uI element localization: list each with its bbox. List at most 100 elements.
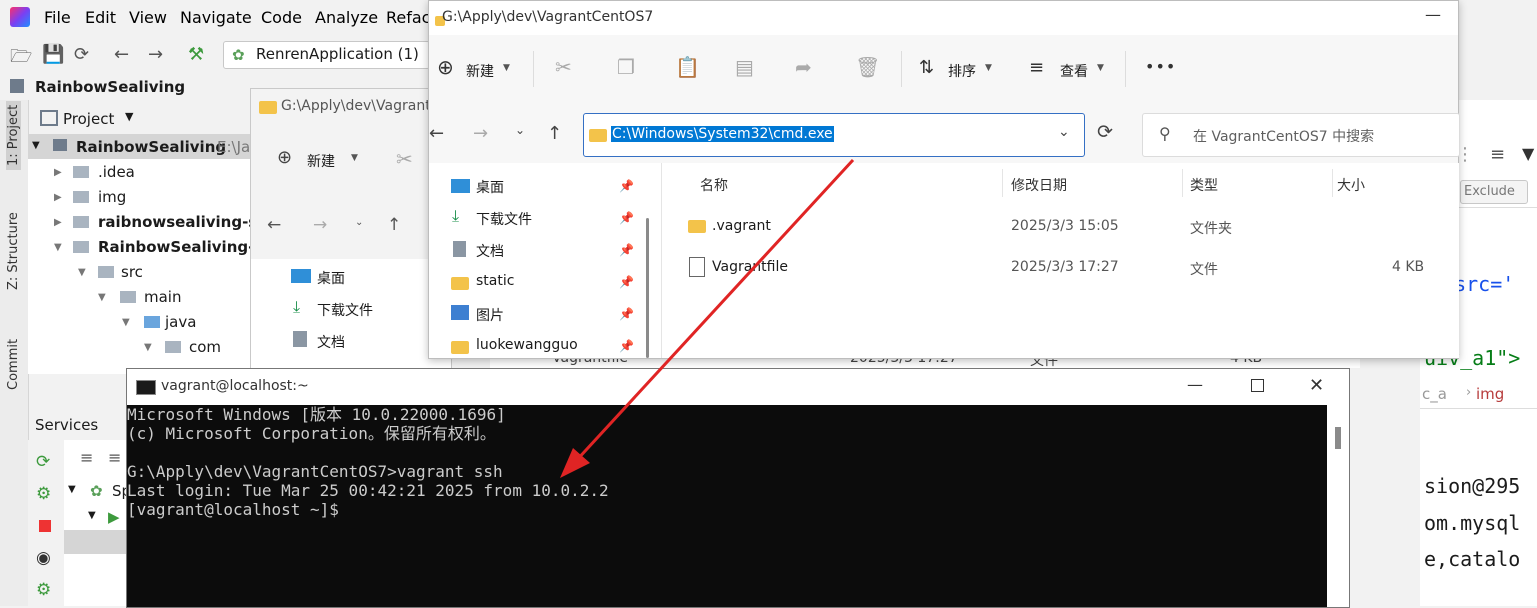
build-hammer-icon[interactable]: ⚒ [188,44,204,65]
file-name[interactable]: .vagrant [712,218,771,234]
tab-commit[interactable]: Commit [6,339,21,390]
view-label[interactable]: 查看 [1060,61,1088,81]
chevron-down-icon[interactable]: ▼ [68,484,76,495]
cut-icon[interactable]: ✂ [396,147,413,171]
chevron-down-icon[interactable]: ▼ [122,317,130,328]
column-date[interactable]: 修改日期 [1011,175,1067,195]
up-arrow-icon[interactable]: ↑ [547,123,562,144]
tree-item-src[interactable]: src [121,263,143,281]
pin-icon[interactable]: 📌 [619,211,634,225]
menu-refactor[interactable]: Refac [386,8,430,27]
chevron-down-icon[interactable]: ▼ [144,342,152,353]
address-input[interactable]: C:\Windows\System32\cmd.exe [611,126,834,142]
chevron-down-icon[interactable]: ▼ [503,63,510,73]
chevron-right-icon[interactable]: ▶ [54,192,62,203]
sync-icon[interactable]: ⟳ [74,44,89,65]
chevron-down-icon[interactable]: ▼ [125,110,133,123]
collapse-all-icon[interactable]: ≡ [80,448,93,467]
table-row[interactable]: Vagrantfile 2025/3/3 17:27 文件 4 KB [662,252,1459,284]
chevron-right-icon[interactable]: ▶ [54,217,62,228]
column-name[interactable]: 名称 [700,175,728,195]
filter-icon[interactable]: ▼ [1522,144,1534,163]
pin-icon[interactable]: 📌 [619,275,634,289]
minimize-icon[interactable]: — [1187,375,1203,394]
pin-icon[interactable]: 📌 [619,243,634,257]
pin-icon[interactable]: 📌 [619,339,634,353]
chevron-down-icon[interactable]: ▼ [54,242,62,253]
tree-item-main[interactable]: main [144,288,181,306]
forward-arrow-icon[interactable]: → [313,215,327,235]
more-options-icon[interactable]: ••• [1145,57,1176,76]
address-bar[interactable]: C:\Windows\System32\cmd.exe ⌄ [583,113,1085,157]
nav-pictures[interactable]: 图片 [476,305,504,325]
view-icon[interactable]: ≡ [1029,57,1044,78]
back-arrow-icon[interactable]: ← [429,123,444,144]
breadcrumb[interactable]: RainbowSealiving [35,78,185,96]
chevron-down-icon[interactable]: ⌄ [515,123,525,137]
refresh-icon[interactable]: ⟳ [1097,121,1113,143]
table-row[interactable]: .vagrant 2025/3/3 15:05 文件夹 [662,211,1459,243]
menu-view[interactable]: View [129,8,167,27]
tree-item-idea[interactable]: .idea [98,163,135,181]
new-label[interactable]: 新建 [307,151,335,171]
chevron-down-icon[interactable]: ▼ [1097,63,1104,73]
chevron-down-icon[interactable]: ⌄ [1058,124,1070,140]
settings-icon[interactable]: ⚙ [36,580,51,600]
tab-project[interactable]: 1: Project [6,100,21,170]
forward-arrow-icon[interactable]: → [473,123,488,144]
delete-icon[interactable]: 🗑 [855,55,880,79]
close-icon[interactable]: ✕ [1309,375,1324,396]
maximize-icon[interactable] [1251,379,1264,392]
stop-icon[interactable] [39,520,51,532]
tab-structure[interactable]: Z: Structure [6,212,21,290]
minimize-icon[interactable]: — [1425,5,1441,24]
nav-scrollbar[interactable] [646,218,649,358]
cut-icon[interactable]: ✂ [555,55,572,79]
camera-icon[interactable]: ◉ [36,548,51,568]
nav-static[interactable]: static [476,273,514,289]
expand-all-icon[interactable]: ≡ [108,448,121,467]
menu-edit[interactable]: Edit [85,8,116,27]
save-icon[interactable]: 💾 [42,44,64,65]
chevron-down-icon[interactable]: ▼ [88,510,96,521]
sort-icon[interactable]: ⇅ [919,57,934,78]
tree-item-img[interactable]: img [98,188,126,206]
copy-icon[interactable]: ❐ [617,55,635,79]
tree-item-root[interactable]: RainbowSealiving [76,138,226,156]
refresh-icon[interactable]: ⟳ [36,452,50,472]
path-segment-a[interactable]: c_a [1422,385,1447,403]
rename-icon[interactable]: ▤ [735,55,754,79]
column-type[interactable]: 类型 [1190,175,1218,195]
chevron-down-icon[interactable]: ▼ [32,140,40,151]
open-folder-icon[interactable]: 🗁 [10,44,32,74]
nav-downloads[interactable]: 下载文件 [317,300,373,320]
plus-circle-icon[interactable]: ⊕ [277,147,292,168]
tree-item-module-2[interactable]: RainbowSealiving-co [98,238,274,256]
menu-code[interactable]: Code [261,8,302,27]
search-placeholder[interactable]: 在 VagrantCentOS7 中搜索 [1193,126,1374,146]
align-icon[interactable]: ≡ [1490,144,1505,165]
nav-downloads[interactable]: 下载文件 [476,209,532,229]
nav-luokewangguo[interactable]: luokewangguo [476,337,578,353]
services-selected-row[interactable] [64,530,128,554]
menu-file[interactable]: File [44,8,71,27]
back-arrow-icon[interactable]: ← [267,215,281,235]
services-label[interactable]: Services [35,416,98,434]
menu-navigate[interactable]: Navigate [180,8,252,27]
share-icon[interactable]: ➦ [795,55,812,79]
chevron-right-icon[interactable]: ▶ [54,167,62,178]
chevron-down-icon[interactable]: ▼ [351,153,358,163]
pin-icon[interactable]: 📌 [619,179,634,193]
chevron-down-icon[interactable]: ▼ [985,63,992,73]
tree-item-java[interactable]: java [165,313,196,331]
nav-documents[interactable]: 文档 [476,241,504,261]
forward-arrow-icon[interactable]: → [148,44,163,65]
search-box[interactable]: ⚲ 在 VagrantCentOS7 中搜索 [1142,113,1460,157]
back-arrow-icon[interactable]: ← [114,44,129,65]
terminal-output[interactable]: Microsoft Windows [版本 10.0.22000.1696] (c… [127,405,1327,607]
debug-icon[interactable]: ⚙ [36,484,51,504]
terminal-scrollbar[interactable] [1327,405,1349,607]
tree-item-module-1[interactable]: raibnowsealiving-se [98,213,267,231]
menu-analyze[interactable]: Analyze [315,8,378,27]
tree-item-com[interactable]: com [189,338,221,356]
